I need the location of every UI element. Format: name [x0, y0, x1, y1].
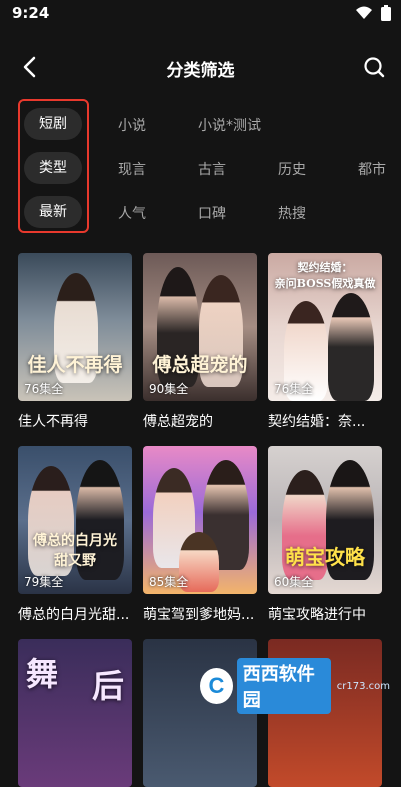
- drama-title: 傅总超宠的: [143, 414, 213, 430]
- drama-poster: 契约结婚： 亲问BOSS假戏真做 76集全: [268, 253, 382, 401]
- selection-highlight: [18, 99, 89, 233]
- drama-title: 契约结婚：奈...: [268, 414, 366, 430]
- drama-card[interactable]: 85集全 萌宝驾到爹地妈...: [143, 446, 257, 624]
- poster-art-text: 傅总的白月光 甜又野: [33, 533, 117, 569]
- wifi-icon: [356, 6, 372, 19]
- page-title: 分类筛选: [166, 61, 235, 81]
- episode-count: 85集全: [149, 575, 189, 589]
- filter-chip-modern[interactable]: 现言: [118, 159, 146, 179]
- filter-chip-urban[interactable]: 都市: [358, 159, 386, 179]
- drama-title: 傅总的白月光甜...: [18, 607, 130, 623]
- status-icons: [355, 5, 391, 21]
- poster-art-text: 傅总超宠的: [152, 354, 248, 376]
- status-bar: 9:24: [0, 0, 401, 28]
- drama-card[interactable]: 舞 后: [18, 639, 132, 787]
- filter-chip-novel-test[interactable]: 小说*测试: [198, 115, 261, 135]
- drama-poster: 傅总超宠的 90集全: [143, 253, 257, 401]
- drama-title: 萌宝攻略进行中: [268, 607, 366, 623]
- filter-chip-popular[interactable]: 人气: [118, 203, 146, 223]
- filter-chip-trending[interactable]: 热搜: [278, 203, 306, 223]
- episode-count: 76集全: [274, 382, 314, 396]
- poster-art-text: 萌宝攻略: [285, 545, 365, 569]
- drama-poster: 舞 后: [18, 639, 132, 787]
- search-icon: [364, 57, 385, 78]
- watermark: C 西西软件园 cr173.com: [200, 658, 390, 714]
- drama-poster: 佳人不再得 76集全: [18, 253, 132, 401]
- filter-chip-ancient[interactable]: 古言: [198, 159, 226, 179]
- watermark-name: 西西软件园: [236, 658, 331, 714]
- search-button[interactable]: [359, 52, 389, 82]
- drama-poster: 85集全: [143, 446, 257, 594]
- episode-count: 60集全: [274, 575, 314, 589]
- status-time: 9:24: [12, 4, 50, 22]
- filter-chip-novel[interactable]: 小说: [118, 115, 146, 135]
- episode-count: 79集全: [24, 575, 64, 589]
- poster-art-text: 契约结婚： 亲问BOSS假戏真做: [274, 261, 376, 290]
- watermark-url: cr173.com: [336, 680, 390, 692]
- poster-art-text: 佳人不再得: [27, 354, 123, 376]
- drama-card[interactable]: 傅总超宠的 90集全 傅总超宠的: [143, 253, 257, 431]
- nav-bar: 分类筛选: [0, 42, 401, 92]
- drama-title: 萌宝驾到爹地妈...: [143, 607, 255, 623]
- battery-icon: [381, 5, 391, 21]
- drama-poster: 傅总的白月光 甜又野 79集全: [18, 446, 132, 594]
- poster-art-text: 后: [91, 667, 124, 705]
- drama-title: 佳人不再得: [18, 414, 88, 430]
- drama-card[interactable]: 傅总的白月光 甜又野 79集全 傅总的白月光甜...: [18, 446, 132, 624]
- episode-count: 90集全: [149, 382, 189, 396]
- drama-poster: 萌宝攻略 60集全: [268, 446, 382, 594]
- drama-card[interactable]: 佳人不再得 76集全 佳人不再得: [18, 253, 132, 431]
- drama-card[interactable]: 萌宝攻略 60集全 萌宝攻略进行中: [268, 446, 382, 624]
- filter-chip-reputation[interactable]: 口碑: [198, 203, 226, 223]
- drama-card[interactable]: 契约结婚： 亲问BOSS假戏真做 76集全 契约结婚：奈...: [268, 253, 382, 431]
- episode-count: 76集全: [24, 382, 64, 396]
- watermark-logo: C: [200, 668, 233, 704]
- filter-chip-history[interactable]: 历史: [278, 159, 306, 179]
